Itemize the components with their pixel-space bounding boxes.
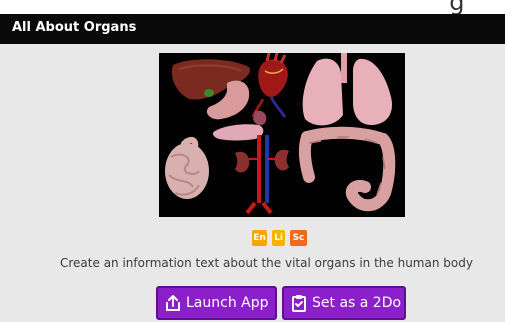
cropped-text-fragment: g	[449, 0, 465, 14]
badge-science: Sc	[290, 230, 307, 246]
organs-illustration	[159, 53, 405, 217]
clipboard-check-icon	[290, 294, 308, 312]
task-description: Create an information text about the vit…	[60, 256, 473, 270]
app-card: g All About Organs En Li Sc Create an in…	[0, 0, 505, 322]
card-title: All About Organs	[12, 20, 137, 35]
set-as-2do-label: Set as a 2Do	[312, 295, 402, 311]
share-upload-icon	[164, 294, 182, 312]
badge-english: En	[252, 230, 267, 246]
set-as-2do-button[interactable]: Set as a 2Do	[282, 286, 406, 320]
gallbladder-shape	[204, 89, 214, 97]
launch-app-label: Launch App	[186, 295, 269, 311]
previous-card-edge: g	[0, 0, 505, 14]
launch-app-button[interactable]: Launch App	[156, 286, 277, 320]
badge-literacy: Li	[272, 230, 285, 246]
card-header: All About Organs	[0, 14, 505, 44]
